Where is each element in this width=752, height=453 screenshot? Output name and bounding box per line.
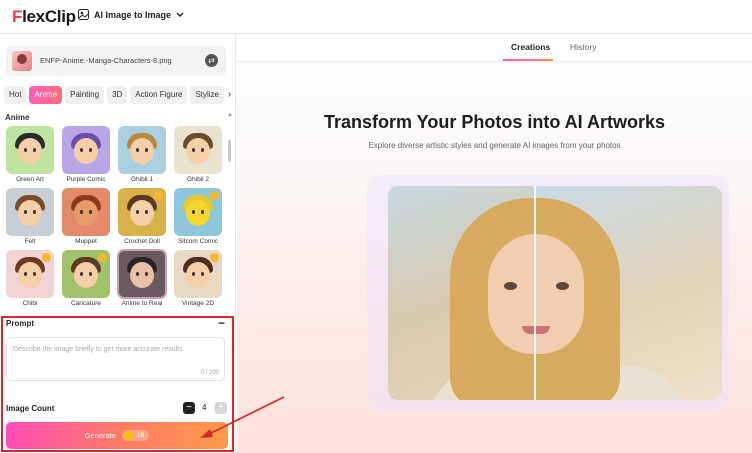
style-thumbnail (174, 188, 222, 236)
tab-history[interactable]: History (570, 42, 596, 52)
style-grid: Green Art Purple Comic Ghibli 1 Ghibli 2… (6, 126, 226, 307)
style-thumbnail (62, 188, 110, 236)
flexclip-logo[interactable]: FlexClip (12, 7, 76, 27)
compare-divider (534, 186, 536, 400)
tab-hot[interactable]: Hot (4, 86, 27, 104)
style-card-purple-comic[interactable]: Purple Comic (62, 126, 110, 183)
tab-anime[interactable]: Anime (29, 86, 63, 104)
left-eye-shape (504, 282, 517, 290)
style-card-green-art[interactable]: Green Art (6, 126, 54, 183)
style-card-vintage-2d[interactable]: Vintage 2D (174, 250, 222, 307)
style-thumbnail (6, 188, 54, 236)
generate-label: Generate (84, 431, 116, 440)
style-thumbnail (62, 250, 110, 298)
chevron-right-icon[interactable]: › (227, 86, 232, 104)
image-count-label: Image Count (6, 404, 55, 413)
credit-cost-badge: -16 (121, 430, 150, 441)
scroll-up-icon[interactable]: ▲ (227, 112, 233, 118)
before-after-preview-image (388, 186, 722, 400)
image-count-increment-button[interactable]: + (215, 402, 227, 414)
mouth-shape (522, 326, 550, 334)
style-card-muppet[interactable]: Muppet (62, 188, 110, 245)
premium-crown-icon (42, 253, 51, 262)
style-thumbnail (6, 250, 54, 298)
replace-image-icon[interactable]: ⇄ (205, 54, 218, 67)
style-thumbnail (6, 126, 54, 174)
style-thumbnail (174, 250, 222, 298)
style-card-crochet-doll[interactable]: Crochet Doll (118, 188, 166, 245)
prompt-panel-highlight: Prompt − 0 / 200 Image Count − 4 + Gener… (1, 316, 234, 452)
file-thumbnail (12, 51, 32, 71)
style-label: Chibi (22, 300, 38, 307)
style-thumbnail (174, 126, 222, 174)
style-label: Anime to Real (121, 300, 163, 307)
generate-button[interactable]: Generate -16 (6, 422, 228, 449)
image-count-decrement-button[interactable]: − (183, 402, 195, 414)
style-label: Purple Comic (66, 176, 106, 183)
style-card-anime-to-real[interactable]: Anime to Real (117, 249, 167, 307)
premium-crown-icon (210, 253, 219, 262)
right-eye-shape (556, 282, 569, 290)
style-thumbnail (117, 249, 167, 299)
tool-switcher[interactable]: AI Image to Image (78, 9, 184, 20)
credit-cost: -16 (134, 432, 145, 439)
style-label: Ghibli 2 (186, 176, 210, 183)
tab-action-figure[interactable]: Action Figure (130, 86, 188, 104)
style-label: Crochet Doll (124, 238, 160, 245)
tab-creations[interactable]: Creations (511, 42, 550, 52)
style-tabs: Hot Anime Painting 3D Action Figure Styl… (4, 86, 232, 104)
hero-title: Transform Your Photos into AI Artworks (323, 112, 666, 132)
style-label: Felt (24, 238, 36, 245)
section-title: Anime (5, 113, 30, 122)
image-tool-icon (78, 9, 89, 20)
style-card-caricature[interactable]: Caricature (62, 250, 110, 307)
style-label: Ghibli 1 (130, 176, 154, 183)
style-card-felt[interactable]: Felt (6, 188, 54, 245)
prompt-input[interactable] (7, 338, 224, 380)
style-label: Sitcom Comic (177, 238, 219, 245)
style-thumbnail (118, 188, 166, 236)
main-panel: Creations History Transform Your Photos … (237, 34, 752, 453)
style-card-sitcom-comic[interactable]: Sitcom Comic (174, 188, 222, 245)
prompt-title: Prompt (6, 319, 34, 328)
file-name: ENFP-Anime.-Manga-Characters-8.png (40, 56, 172, 65)
premium-crown-icon (154, 191, 163, 200)
premium-crown-icon (210, 191, 219, 200)
premium-crown-icon (98, 253, 107, 262)
coin-icon (123, 431, 133, 440)
style-label: Caricature (71, 300, 101, 307)
collapse-icon[interactable]: − (218, 316, 225, 330)
style-label: Muppet (75, 238, 97, 245)
style-thumbnail (118, 126, 166, 174)
result-tabs: Creations History (237, 34, 752, 62)
tab-stylize[interactable]: Stylize (190, 86, 224, 104)
style-card-ghibli-2[interactable]: Ghibli 2 (174, 126, 222, 183)
style-card-chibi[interactable]: Chibi (6, 250, 54, 307)
tab-3d[interactable]: 3D (107, 86, 128, 104)
tool-switch-label: AI Image to Image (94, 9, 172, 20)
style-grid-scrollbar[interactable] (228, 140, 231, 162)
style-card-ghibli-1[interactable]: Ghibli 1 (118, 126, 166, 183)
style-thumbnail (62, 126, 110, 174)
prompt-char-counter: 0 / 200 (200, 370, 219, 376)
style-label: Vintage 2D (181, 300, 215, 307)
uploaded-file-bar: ENFP-Anime.-Manga-Characters-8.png ⇄ (6, 46, 226, 76)
face-shape (488, 234, 584, 354)
top-bar: FlexClip AI Image to Image (0, 0, 752, 34)
tab-painting[interactable]: Painting (65, 86, 105, 104)
hero-subtitle: Explore diverse artistic styles and gene… (368, 141, 621, 150)
active-tab-indicator (503, 59, 553, 61)
style-label: Green Art (16, 176, 44, 183)
chevron-down-icon (176, 12, 184, 18)
prompt-input-wrapper: 0 / 200 (6, 337, 225, 381)
image-count-value: 4 (202, 403, 207, 412)
